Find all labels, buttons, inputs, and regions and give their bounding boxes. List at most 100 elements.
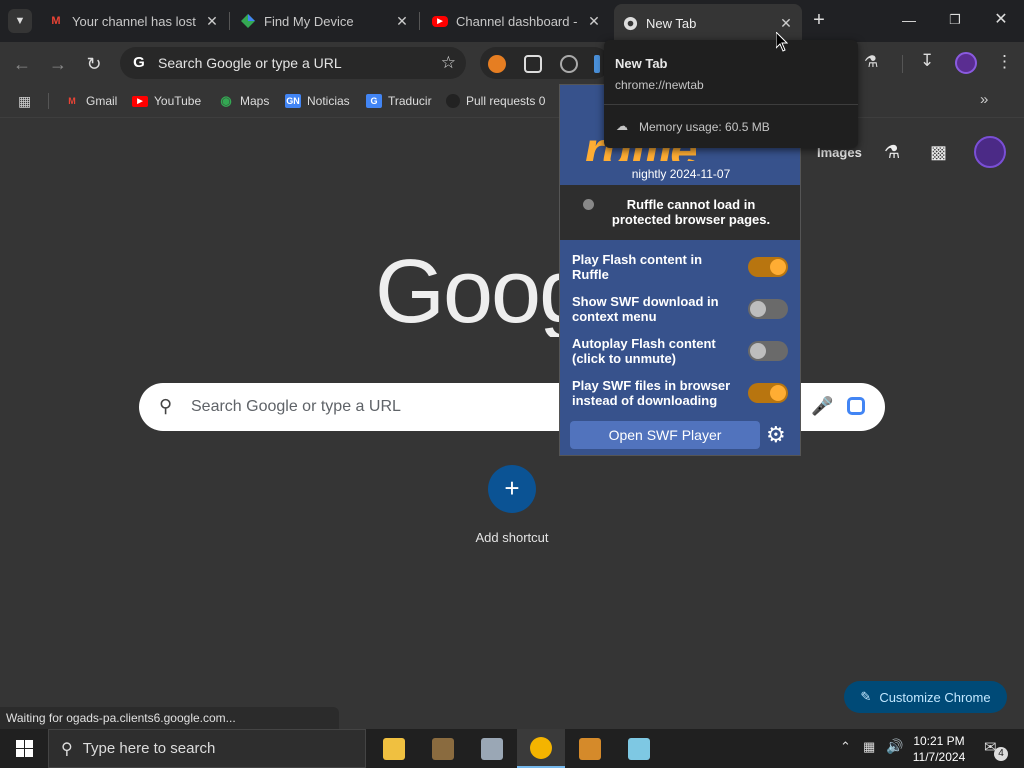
tab-new-tab[interactable]: New Tab ✕ (614, 4, 802, 42)
hover-card-memory: Memory usage: 60.5 MB (639, 120, 770, 134)
tab-channel-dashboard[interactable]: ▶ Channel dashboard - Y ✕ (424, 6, 610, 36)
bookmark-traducir[interactable]: G Traducir (366, 92, 432, 110)
maps-pin-icon: ◉ (220, 93, 232, 108)
download-icon: ↧ (920, 51, 935, 70)
tab-title: Your channel has lost a (72, 13, 198, 29)
taskbar-clock[interactable]: 10:21 PM 11/7/2024 (906, 733, 972, 765)
toggle-knob (750, 343, 766, 359)
close-icon[interactable]: ✕ (204, 13, 220, 30)
bookmarks-overflow-button[interactable]: » (980, 91, 988, 108)
youtube-icon: ▶ (432, 15, 448, 27)
bookmark-maps[interactable]: ◉ Maps (218, 92, 269, 110)
volume-icon[interactable]: 🔊 (886, 738, 903, 755)
ruffle-extension-icon[interactable] (488, 55, 506, 73)
toggle-swf-download[interactable] (748, 299, 788, 319)
notification-button[interactable]: ✉ 4 (982, 738, 1010, 761)
toggle-play-flash[interactable] (748, 257, 788, 277)
search-icon: ⚲ (61, 740, 73, 758)
tab-search-button[interactable]: ▼ (8, 9, 32, 33)
option-label: Show SWF download in context menu (572, 294, 719, 324)
memory-icon: ☁ (616, 119, 628, 133)
reload-icon: ↻ (86, 54, 102, 74)
minimize-button[interactable]: — (894, 6, 924, 34)
option-label: Autoplay Flash content (click to unmute) (572, 336, 716, 366)
add-shortcut-button[interactable]: + (488, 465, 536, 513)
clock-time: 10:21 PM (913, 734, 965, 748)
bookmark-pull-requests[interactable]: Pull requests 0 (446, 92, 545, 110)
bookmark-label: Noticias (307, 94, 350, 108)
taskbar: ⚲ Type here to search ⌃ ▦ 🔊 10:21 PM 11/… (0, 729, 1024, 768)
new-tab-button[interactable]: + (808, 8, 830, 32)
close-icon: ✕ (994, 11, 1008, 28)
profile-avatar[interactable] (955, 52, 977, 74)
close-icon[interactable]: ✕ (778, 15, 794, 32)
tab-gmail[interactable]: M Your channel has lost a ✕ (40, 6, 228, 36)
start-button[interactable] (0, 729, 48, 768)
extension-icon[interactable] (524, 55, 542, 73)
google-g-icon: G (133, 54, 145, 71)
taskbar-chrome[interactable] (517, 729, 565, 768)
downloads-button[interactable]: ↧ (920, 51, 934, 71)
google-apps-button[interactable]: ▩ (930, 142, 947, 163)
google-logo: Google (375, 247, 560, 337)
close-icon[interactable]: ✕ (394, 13, 410, 30)
ruffle-version: nightly 2024-11-07 (631, 167, 731, 181)
toggle-play-swf-files[interactable] (748, 383, 788, 403)
extension-icon[interactable] (560, 55, 578, 73)
bookmark-noticias[interactable]: GN Noticias (285, 92, 350, 110)
more-vert-icon: ⋮ (996, 52, 1013, 71)
taskbar-media-player[interactable] (566, 729, 614, 768)
chevron-up-icon[interactable]: ⌃ (840, 739, 851, 755)
forward-button[interactable]: → (46, 52, 70, 76)
taskbar-search-box[interactable]: ⚲ Type here to search (48, 729, 366, 768)
chevron-double-right-icon: » (980, 91, 989, 108)
bookmark-label: Traducir (388, 94, 432, 108)
customize-chrome-button[interactable]: ✎ Customize Chrome (844, 681, 1007, 713)
toggle-autoplay[interactable] (748, 341, 788, 361)
menu-button[interactable]: ⋮ (996, 52, 1013, 72)
voice-search-icon[interactable]: 🎤 (811, 396, 833, 417)
close-icon[interactable]: ✕ (586, 13, 602, 30)
taskbar-app[interactable] (615, 729, 663, 768)
bookmark-star-icon[interactable]: ☆ (441, 53, 456, 73)
close-window-button[interactable]: ✕ (986, 6, 1016, 34)
taskbar-app[interactable] (419, 729, 467, 768)
reload-button[interactable]: ↻ (82, 52, 106, 76)
taskbar-file-explorer[interactable] (370, 729, 418, 768)
bookmark-youtube[interactable]: ▶ YouTube (132, 92, 201, 110)
arrow-left-icon: ← (13, 54, 31, 74)
address-bar[interactable]: G Search Google or type a URL ☆ (120, 47, 466, 79)
taskbar-search-placeholder: Type here to search (82, 740, 216, 757)
extension-icon[interactable] (594, 55, 600, 73)
plus-icon: + (504, 473, 520, 503)
restore-icon: ❐ (949, 12, 961, 27)
apps-button[interactable]: ▦ (18, 93, 31, 110)
open-swf-player-button[interactable]: Open SWF Player (570, 421, 760, 449)
bookmark-gmail[interactable]: M Gmail (64, 92, 117, 110)
restore-button[interactable]: ❐ (940, 6, 970, 34)
translate-icon: G (366, 94, 382, 108)
gear-icon[interactable]: ⚙ (766, 422, 786, 448)
option-label: Play Flash content in Ruffle (572, 252, 703, 282)
taskbar-app[interactable] (468, 729, 516, 768)
toolbar: ← → ↻ G Search Google or type a URL ☆ ⚗ … (0, 42, 1024, 84)
add-shortcut-label: Add shortcut (475, 530, 549, 545)
tab-title: Find My Device (264, 13, 354, 29)
address-bar-text: Search Google or type a URL (158, 55, 342, 71)
labs-page-button[interactable]: ⚗ (884, 142, 900, 163)
tab-strip: ▼ M Your channel has lost a ✕ Find My De… (0, 0, 1024, 42)
toggle-knob (770, 385, 786, 401)
account-avatar[interactable] (974, 136, 1006, 168)
lens-icon[interactable] (847, 397, 865, 415)
ruffle-status-box: Ruffle cannot load in protected browser … (560, 185, 800, 240)
labs-button[interactable]: ⚗ (864, 52, 878, 72)
bookmark-label: Pull requests 0 (466, 94, 546, 108)
back-button[interactable]: ← (10, 52, 34, 76)
flask-icon: ⚗ (864, 54, 879, 71)
notification-badge: 4 (994, 747, 1008, 761)
hover-card-url: chrome://newtab (615, 78, 704, 92)
pencil-icon: ✎ (860, 689, 872, 704)
tab-find-my-device[interactable]: Find My Device ✕ (232, 6, 418, 36)
network-icon[interactable]: ▦ (863, 739, 875, 755)
folder-icon (383, 737, 405, 760)
